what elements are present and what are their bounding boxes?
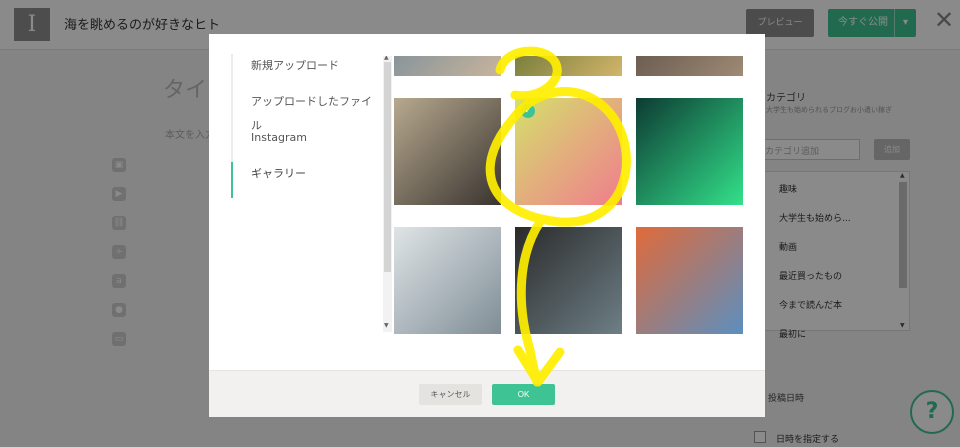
thumbnail-image [636,98,743,205]
scroll-down-icon[interactable]: ▼ [384,322,389,329]
gallery-image-laptop[interactable] [515,227,622,334]
nav-item-3[interactable]: ギャラリー [231,162,381,198]
gallery-image-paint-palette[interactable]: ✓ [515,98,622,205]
thumbnail-image [515,56,622,76]
gallery-image-aurora[interactable] [636,98,743,205]
nav-item-0[interactable]: 新規アップロード [231,54,381,90]
scroll-up-icon[interactable]: ▲ [384,56,389,61]
thumbnail-image [394,98,501,205]
thumbnail-image [394,56,501,76]
gallery-image-green-partial[interactable] [515,56,622,76]
nav-item-1[interactable]: アップロードしたファイル [231,90,381,132]
dialog-footer: キャンセル OK [209,370,765,417]
media-source-nav: 新規アップロード アップロードしたファイル Instagram ギャラリー [231,54,381,198]
gallery-image-street-partial[interactable] [636,56,743,76]
gallery-image-clothing-store[interactable] [394,98,501,205]
gallery-grid: ▲ ▼ ✓ [383,56,758,370]
gallery-image-fashion-partial[interactable] [394,56,501,76]
gallery-scrollbar[interactable]: ▲ ▼ [383,56,392,332]
gallery-scroll-thumb[interactable] [384,62,391,272]
media-dialog: 新規アップロード アップロードしたファイル Instagram ギャラリー ▲ ▼ ✓… [209,34,765,417]
thumbnail-image [636,227,743,334]
thumbnail-image [636,56,743,76]
ok-button[interactable]: OK [492,384,555,405]
thumbnail-image [394,227,501,334]
nav-item-2[interactable]: Instagram [231,126,381,162]
gallery-image-architecture[interactable] [394,227,501,334]
thumbnail-image [515,227,622,334]
gallery-image-colorful-abstract[interactable] [636,227,743,334]
check-icon: ✓ [521,104,535,118]
cancel-button[interactable]: キャンセル [419,384,482,405]
